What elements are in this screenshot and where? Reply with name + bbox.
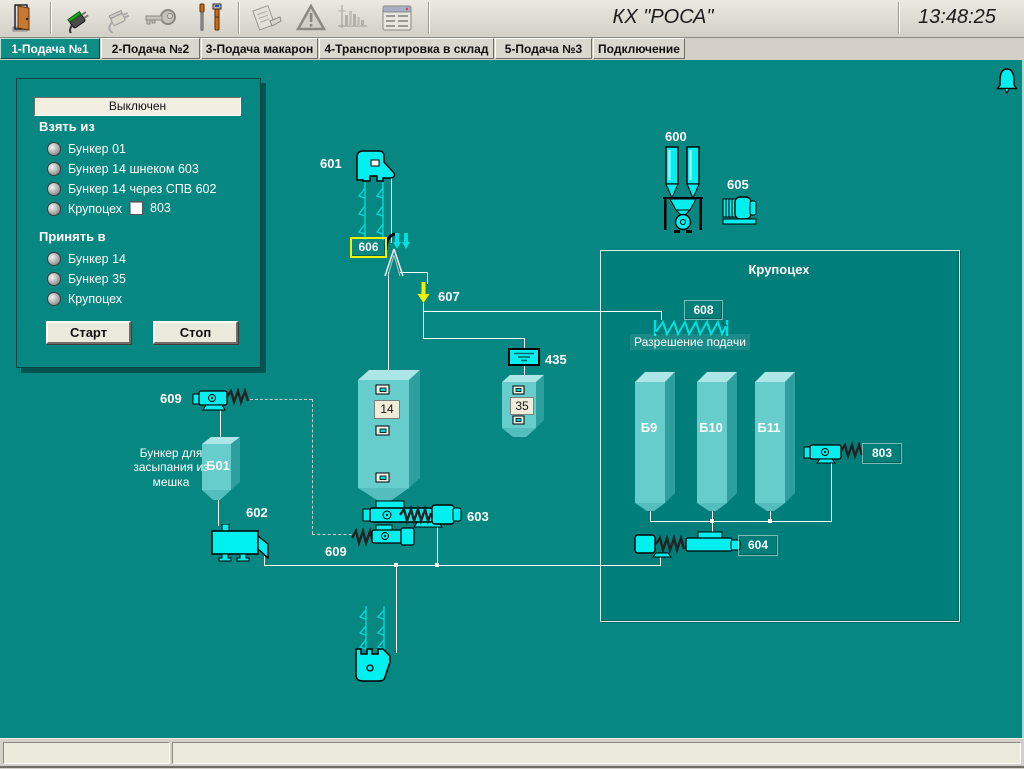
radio-icon: [47, 292, 61, 306]
receive-to-heading: Принять в: [39, 229, 106, 244]
toolbar-separator: [238, 2, 239, 34]
bunker-14[interactable]: [356, 366, 422, 511]
bunker-b9[interactable]: [633, 368, 677, 519]
tab-transportirovka[interactable]: 4-Транспортировка в склад: [319, 38, 494, 59]
toolbar-separator: [50, 2, 51, 34]
app-title: КХ "РОСА": [428, 6, 898, 29]
radio-krupoceh-from[interactable]: Крупоцех: [47, 201, 122, 217]
stop-button[interactable]: Стоп: [153, 321, 238, 344]
trend-chart-icon[interactable]: [334, 2, 372, 34]
radio-icon: [47, 252, 61, 266]
bunker-35-value: 35: [510, 397, 534, 415]
radio-icon: [47, 162, 61, 176]
bunker-14-value: 14: [374, 400, 400, 419]
elevator-boot[interactable]: [354, 648, 394, 689]
checkbox-803[interactable]: 803: [129, 201, 171, 215]
label-600: 600: [665, 129, 687, 144]
bunker-b11-label: Б11: [753, 420, 785, 435]
dashed-route-line: [250, 399, 312, 400]
bunker-b10-label: Б10: [695, 420, 727, 435]
label-803: 803: [862, 443, 902, 464]
start-button[interactable]: Старт: [46, 321, 131, 344]
checkbox-icon: [129, 201, 143, 215]
radio-icon: [47, 202, 61, 216]
screw-feeder-609-top[interactable]: [192, 388, 256, 419]
permission-label: Разрешение подачи: [630, 334, 750, 350]
radio-icon: [47, 142, 61, 156]
status-field-left: [3, 742, 170, 764]
key-icon[interactable]: [142, 2, 180, 34]
screw-conveyor-604[interactable]: [634, 531, 744, 564]
label-435: 435: [545, 352, 567, 367]
bunker-b11[interactable]: [753, 368, 797, 519]
label-606-indicator[interactable]: 606: [350, 237, 387, 258]
pipe-line: [831, 463, 832, 522]
screw-feeder-609-bottom[interactable]: [350, 524, 416, 553]
label-607: 607: [438, 289, 460, 304]
pipe-line: [423, 338, 524, 339]
tab-podacha-3[interactable]: 5-Подача №3: [495, 38, 592, 59]
status-bar: [0, 738, 1024, 769]
toolbar: КХ "РОСА" 13:48:25: [0, 0, 1024, 38]
mode-status-display: Выключен: [34, 97, 241, 116]
radio-icon: [47, 272, 61, 286]
radio-bunker-14-shnek-603[interactable]: Бункер 14 шнеком 603: [47, 161, 199, 177]
label-608: 608: [684, 300, 723, 320]
label-601: 601: [320, 156, 342, 171]
bunker-b9-label: Б9: [634, 420, 664, 435]
exit-door-icon[interactable]: [6, 2, 44, 34]
pipe-line: [264, 565, 661, 566]
pipe-line: [396, 565, 397, 653]
alarm-warning-icon[interactable]: [292, 2, 330, 34]
alarm-bell-icon[interactable]: [996, 68, 1018, 99]
pipe-junction: [394, 563, 398, 567]
pipe-junction: [435, 563, 439, 567]
tools-icon[interactable]: [190, 2, 228, 34]
flow-direction-arrow-607: [417, 282, 430, 309]
mimic-area: Крупоцех Выключен Взять из Бункер 01 Бун…: [0, 60, 1024, 738]
tab-podacha-makaron[interactable]: 3-Подача макарон: [201, 38, 318, 59]
dashed-route-line: [312, 399, 313, 534]
data-table-icon[interactable]: [378, 2, 416, 34]
label-609-bottom: 609: [325, 544, 347, 559]
status-field-right: [172, 742, 1021, 764]
control-panel: Выключен Взять из Бункер 01 Бункер 14 шн…: [16, 78, 261, 368]
radio-krupoceh-to[interactable]: Крупоцех: [47, 291, 122, 307]
plug-disconnect-icon[interactable]: [100, 2, 138, 34]
label-609-top: 609: [160, 391, 182, 406]
report-form-icon[interactable]: [248, 2, 286, 34]
screw-feeder-803[interactable]: [803, 442, 865, 471]
clock-display: 13:48:25: [898, 6, 1016, 29]
radio-bunker-14-to[interactable]: Бункер 14: [47, 251, 126, 267]
tab-podacha-2[interactable]: 2-Подача №2: [101, 38, 200, 59]
radio-icon: [47, 182, 61, 196]
tab-podkluchenie[interactable]: Подключение: [593, 38, 685, 59]
blower-605[interactable]: [722, 190, 758, 231]
radio-bunker-35-to[interactable]: Бункер 35: [47, 271, 126, 287]
cyclone-filter-600[interactable]: [663, 146, 703, 239]
label-604: 604: [738, 535, 778, 556]
tab-podacha-1[interactable]: 1-Подача №1: [0, 38, 100, 59]
label-602: 602: [246, 505, 268, 520]
pipe-line: [650, 521, 831, 522]
label-603: 603: [467, 509, 489, 524]
blower-602[interactable]: [210, 524, 270, 569]
bunker-b10[interactable]: [695, 368, 739, 519]
radio-bunker-14-spv-602[interactable]: Бункер 14 через СПВ 602: [47, 181, 216, 197]
take-from-heading: Взять из: [39, 119, 95, 134]
krupoceh-title: Крупоцех: [600, 262, 958, 277]
radio-bunker-01[interactable]: Бункер 01: [47, 141, 126, 157]
bag-bunker-label: Бункер для засыпания из мешка: [126, 446, 216, 489]
label-605: 605: [727, 177, 749, 192]
pipe-line: [423, 311, 661, 312]
pipe-line: [388, 272, 389, 370]
gate-valve-435[interactable]: [508, 348, 540, 371]
tab-bar: 1-Подача №1 2-Подача №2 3-Подача макарон…: [0, 38, 1024, 60]
pipe-junction: [768, 519, 772, 523]
plug-connect-icon[interactable]: [60, 2, 98, 34]
